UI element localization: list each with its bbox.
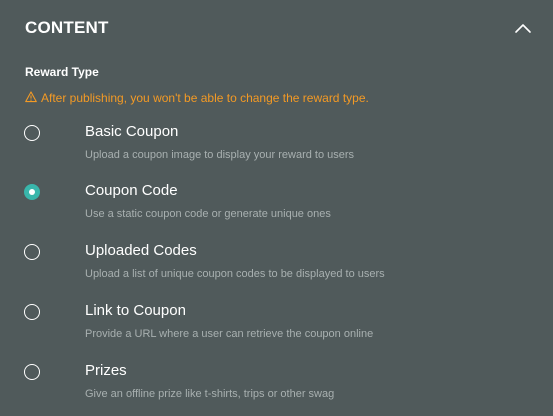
reward-type-label: Reward Type (25, 65, 99, 79)
option-coupon-code[interactable]: Coupon Code Use a static coupon code or … (24, 182, 524, 228)
option-description: Give an offline prize like t-shirts, tri… (85, 388, 335, 400)
section-header: CONTENT (25, 17, 533, 41)
section-title: CONTENT (25, 18, 109, 37)
option-description: Upload a list of unique coupon codes to … (85, 268, 385, 280)
option-basic-coupon[interactable]: Basic Coupon Upload a coupon image to di… (24, 123, 524, 169)
radio-link-to-coupon[interactable] (24, 304, 40, 320)
option-title: Basic Coupon (85, 123, 179, 140)
option-link-to-coupon[interactable]: Link to Coupon Provide a URL where a use… (24, 302, 524, 348)
option-description: Upload a coupon image to display your re… (85, 149, 355, 161)
warning-triangle-icon (25, 91, 37, 103)
warning-text: After publishing, you won't be able to c… (41, 91, 369, 105)
option-title: Uploaded Codes (85, 242, 197, 259)
option-uploaded-codes[interactable]: Uploaded Codes Upload a list of unique c… (24, 242, 524, 288)
option-prizes[interactable]: Prizes Give an offline prize like t-shir… (24, 362, 524, 408)
option-title: Prizes (85, 362, 127, 379)
radio-uploaded-codes[interactable] (24, 244, 40, 260)
radio-basic-coupon[interactable] (24, 125, 40, 141)
option-description: Provide a URL where a user can retrieve … (85, 328, 374, 340)
collapse-button[interactable] (513, 19, 533, 37)
chevron-up-icon (515, 24, 531, 33)
radio-coupon-code[interactable] (24, 184, 40, 200)
content-panel: CONTENT Reward Type After publishing, yo… (0, 0, 553, 416)
option-description: Use a static coupon code or generate uni… (85, 208, 331, 220)
radio-prizes[interactable] (24, 364, 40, 380)
option-title: Link to Coupon (85, 302, 186, 319)
option-title: Coupon Code (85, 182, 178, 199)
reward-type-warning: After publishing, you won't be able to c… (25, 91, 369, 105)
